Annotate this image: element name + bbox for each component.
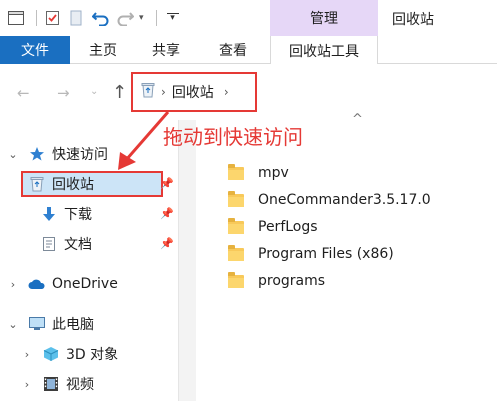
list-item[interactable]: Program Files (x86) bbox=[220, 242, 394, 266]
customize-toolbar-icon[interactable]: ▾ bbox=[163, 8, 183, 28]
expand-chevron-icon[interactable]: › bbox=[20, 378, 34, 391]
up-arrow-icon[interactable]: ↑ bbox=[112, 82, 127, 103]
sidebar-item-label: 快速访问 bbox=[52, 147, 108, 163]
expand-chevron-icon[interactable]: ⌄ bbox=[6, 318, 20, 331]
explorer-window-icon[interactable] bbox=[6, 8, 26, 28]
sidebar-item-documents[interactable]: 文档 bbox=[40, 231, 92, 257]
folder-icon bbox=[228, 190, 244, 207]
star-icon bbox=[28, 145, 46, 163]
film-strip-icon bbox=[42, 375, 60, 393]
new-folder-icon[interactable] bbox=[67, 8, 87, 28]
window-title: 回收站 bbox=[392, 12, 434, 28]
recycle-bin-icon bbox=[141, 82, 155, 102]
sidebar-item-label: 文档 bbox=[64, 237, 92, 253]
folder-icon bbox=[228, 163, 244, 180]
sidebar-item-label: 下载 bbox=[64, 207, 92, 223]
download-arrow-icon bbox=[40, 205, 58, 223]
navigation-bar: ← → ⌄ ↑ › 回收站 › bbox=[0, 64, 497, 120]
sidebar-item-recycle-bin[interactable]: 回收站 bbox=[28, 171, 94, 197]
undo-icon[interactable] bbox=[91, 8, 111, 28]
folder-icon bbox=[228, 271, 244, 288]
pin-icon[interactable]: 📌 bbox=[160, 207, 174, 220]
cube-3d-icon bbox=[42, 345, 60, 363]
pin-icon[interactable]: 📌 bbox=[160, 237, 174, 250]
toolbar-separator bbox=[155, 10, 157, 26]
sort-indicator-icon[interactable]: ^ bbox=[352, 112, 363, 127]
back-arrow-icon[interactable]: ← bbox=[17, 84, 30, 102]
expand-chevron-icon[interactable]: › bbox=[6, 278, 20, 291]
document-icon bbox=[40, 235, 58, 253]
forward-arrow-icon[interactable]: → bbox=[57, 84, 70, 102]
breadcrumb-chevron-icon[interactable]: › bbox=[161, 85, 166, 99]
toolbar-separator bbox=[36, 10, 37, 26]
address-bar[interactable]: › 回收站 › bbox=[131, 72, 257, 112]
pane-splitter[interactable] bbox=[178, 120, 196, 401]
computer-icon bbox=[28, 315, 46, 333]
list-item[interactable]: mpv bbox=[220, 161, 289, 185]
sidebar-item-onedrive[interactable]: › OneDrive bbox=[6, 271, 118, 297]
tab-file[interactable]: 文件 bbox=[0, 36, 70, 64]
expand-chevron-icon[interactable]: ⌄ bbox=[6, 148, 20, 161]
annotation-label: 拖动到快速访问 bbox=[163, 125, 303, 149]
sidebar-item-downloads[interactable]: 下载 bbox=[40, 201, 92, 227]
quick-access-toolbar: ▾ ▾ bbox=[6, 8, 187, 28]
recent-locations-icon[interactable]: ⌄ bbox=[90, 86, 98, 97]
sidebar-item-videos[interactable]: › 视频 bbox=[20, 371, 94, 397]
tab-recycle-bin-tools[interactable]: 回收站工具 bbox=[270, 36, 378, 65]
sidebar-item-label: 3D 对象 bbox=[66, 347, 119, 363]
file-name: programs bbox=[258, 273, 326, 289]
file-name: Program Files (x86) bbox=[258, 246, 394, 262]
tab-share[interactable]: 共享 bbox=[152, 36, 180, 64]
properties-icon[interactable] bbox=[43, 8, 63, 28]
cloud-icon bbox=[28, 275, 46, 293]
file-name: PerfLogs bbox=[258, 219, 318, 235]
sidebar-item-label: 回收站 bbox=[52, 177, 94, 193]
sidebar-item-quick-access[interactable]: ⌄ 快速访问 bbox=[6, 141, 108, 167]
sidebar-item-label: 视频 bbox=[66, 377, 94, 393]
tab-home[interactable]: 主页 bbox=[89, 36, 117, 64]
redo-dropdown-icon[interactable]: ▾ bbox=[139, 13, 144, 23]
pin-icon[interactable]: 📌 bbox=[160, 177, 174, 190]
sidebar-item-label: OneDrive bbox=[52, 276, 118, 292]
tab-view[interactable]: 查看 bbox=[219, 36, 247, 64]
breadcrumb-chevron-icon[interactable]: › bbox=[224, 85, 229, 99]
tab-manage[interactable]: 管理 bbox=[270, 0, 378, 36]
redo-icon[interactable] bbox=[115, 8, 135, 28]
file-name: OneCommander3.5.17.0 bbox=[258, 192, 431, 208]
ribbon-tabs: 文件 主页 共享 查看 回收站工具 bbox=[0, 36, 497, 65]
list-item[interactable]: OneCommander3.5.17.0 bbox=[220, 188, 431, 212]
title-bar: ▾ ▾ 管理 回收站 bbox=[0, 0, 497, 36]
sidebar-item-this-pc[interactable]: ⌄ 此电脑 bbox=[6, 311, 94, 337]
folder-icon bbox=[228, 244, 244, 261]
list-item[interactable]: programs bbox=[220, 269, 325, 293]
sidebar-item-3d-objects[interactable]: › 3D 对象 bbox=[20, 341, 118, 367]
sidebar-item-label: 此电脑 bbox=[52, 317, 94, 333]
list-item[interactable]: PerfLogs bbox=[220, 215, 318, 239]
file-name: mpv bbox=[258, 165, 289, 181]
breadcrumb-recycle-bin[interactable]: 回收站 bbox=[172, 82, 214, 102]
folder-icon bbox=[228, 217, 244, 234]
expand-chevron-icon[interactable]: › bbox=[20, 348, 34, 361]
recycle-bin-icon bbox=[28, 175, 46, 193]
